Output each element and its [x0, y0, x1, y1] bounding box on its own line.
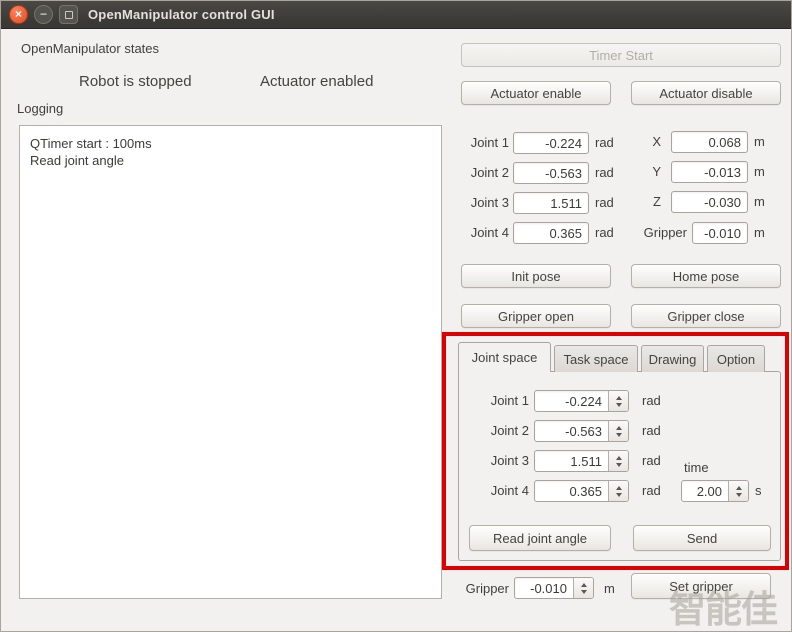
joint4-readout-label: Joint 4: [441, 225, 509, 240]
spin-up-icon[interactable]: [616, 486, 622, 490]
spin-arrows[interactable]: [608, 391, 628, 411]
joint1-readout[interactable]: -0.224: [513, 132, 589, 154]
tab-joint2-spinbox[interactable]: -0.563: [534, 420, 629, 442]
spin-up-icon[interactable]: [736, 486, 742, 490]
home-pose-button[interactable]: Home pose: [631, 264, 781, 288]
tab-task-space[interactable]: Task space: [554, 345, 638, 372]
tab-joint2-label: Joint 2: [461, 423, 529, 438]
z-readout-unit: m: [754, 194, 765, 209]
joint2-readout-value: -0.563: [545, 166, 582, 181]
time-unit: s: [755, 483, 762, 498]
spin-up-icon[interactable]: [616, 396, 622, 400]
tab-joint2-unit: rad: [642, 423, 661, 438]
time-spinbox[interactable]: 2.00: [681, 480, 749, 502]
tab-joint1-spinbox-value: -0.224: [535, 391, 608, 411]
close-button[interactable]: ×: [9, 5, 28, 24]
gripper-readout-value: -0.010: [704, 226, 741, 241]
gripper-control-unit: m: [604, 581, 615, 596]
x-readout-label: X: [601, 134, 661, 149]
maximize-icon: [65, 11, 73, 19]
minimize-button[interactable]: −: [34, 5, 53, 24]
actuator-enable-button[interactable]: Actuator enable: [461, 81, 611, 105]
tab-joint1-spinbox[interactable]: -0.224: [534, 390, 629, 412]
spin-arrows[interactable]: [608, 421, 628, 441]
log-line: QTimer start : 100ms: [30, 135, 431, 152]
joint2-readout[interactable]: -0.563: [513, 162, 589, 184]
spin-down-icon[interactable]: [616, 403, 622, 407]
y-readout-label: Y: [601, 164, 661, 179]
spin-down-icon[interactable]: [616, 493, 622, 497]
tab-joint-space[interactable]: Joint space: [458, 342, 551, 372]
z-readout[interactable]: -0.030: [671, 191, 748, 213]
tab-joint4-unit: rad: [642, 483, 661, 498]
gripper-spinbox-value: -0.010: [515, 578, 573, 598]
spin-arrows[interactable]: [573, 578, 593, 598]
time-label: time: [684, 460, 709, 475]
spin-down-icon[interactable]: [736, 493, 742, 497]
gripper-readout[interactable]: -0.010: [692, 222, 748, 244]
z-readout-label: Z: [601, 194, 661, 209]
tab-joint3-spinbox[interactable]: 1.511: [534, 450, 629, 472]
tab-joint3-spinbox-value: 1.511: [535, 451, 608, 471]
spin-up-icon[interactable]: [581, 583, 587, 587]
tab-option[interactable]: Option: [707, 345, 765, 372]
x-readout-value: 0.068: [708, 135, 741, 150]
maximize-button[interactable]: [59, 5, 78, 24]
joint3-readout-label: Joint 3: [441, 195, 509, 210]
y-readout[interactable]: -0.013: [671, 161, 748, 183]
spin-down-icon[interactable]: [616, 463, 622, 467]
set-gripper-button[interactable]: Set gripper: [631, 573, 771, 599]
tab-joint3-unit: rad: [642, 453, 661, 468]
tab-joint4-spinbox-value: 0.365: [535, 481, 608, 501]
gripper-readout-unit: m: [754, 225, 765, 240]
logging-label: Logging: [17, 101, 63, 116]
gripper-close-button[interactable]: Gripper close: [631, 304, 781, 328]
minimize-icon: −: [40, 8, 47, 20]
tab-joint1-unit: rad: [642, 393, 661, 408]
log-output[interactable]: QTimer start : 100ms Read joint angle: [19, 125, 442, 599]
close-icon: ×: [15, 8, 22, 20]
tab-joint1-label: Joint 1: [461, 393, 529, 408]
actuator-disable-button[interactable]: Actuator disable: [631, 81, 781, 105]
x-readout[interactable]: 0.068: [671, 131, 748, 153]
tab-drawing[interactable]: Drawing: [641, 345, 704, 372]
z-readout-value: -0.030: [704, 195, 741, 210]
tab-joint4-spinbox[interactable]: 0.365: [534, 480, 629, 502]
spin-arrows[interactable]: [608, 451, 628, 471]
init-pose-button[interactable]: Init pose: [461, 264, 611, 288]
joint1-readout-value: -0.224: [545, 136, 582, 151]
actuator-state-label: Actuator enabled: [260, 73, 373, 90]
send-button[interactable]: Send: [633, 525, 771, 551]
joint3-readout[interactable]: 1.511: [513, 192, 589, 214]
titlebar: × − OpenManipulator control GUI: [1, 1, 791, 29]
tab-joint2-spinbox-value: -0.563: [535, 421, 608, 441]
gripper-control-label: Gripper: [441, 581, 509, 596]
spin-arrows[interactable]: [608, 481, 628, 501]
gripper-spinbox[interactable]: -0.010: [514, 577, 594, 599]
y-readout-unit: m: [754, 164, 765, 179]
spin-up-icon[interactable]: [616, 426, 622, 430]
y-readout-value: -0.013: [704, 165, 741, 180]
read-joint-angle-button[interactable]: Read joint angle: [469, 525, 611, 551]
timer-start-button[interactable]: Timer Start: [461, 43, 781, 67]
tab-bar: Joint space Task space Drawing Option: [458, 342, 765, 372]
joint1-readout-label: Joint 1: [441, 135, 509, 150]
app-window: × − OpenManipulator control GUI OpenMani…: [0, 0, 792, 632]
log-line: Read joint angle: [30, 152, 431, 169]
x-readout-unit: m: [754, 134, 765, 149]
spin-down-icon[interactable]: [581, 590, 587, 594]
robot-state-label: Robot is stopped: [79, 73, 192, 90]
tab-joint4-label: Joint 4: [461, 483, 529, 498]
joint2-readout-label: Joint 2: [441, 165, 509, 180]
time-spinbox-value: 2.00: [682, 481, 728, 501]
gripper-open-button[interactable]: Gripper open: [461, 304, 611, 328]
spin-down-icon[interactable]: [616, 433, 622, 437]
spin-up-icon[interactable]: [616, 456, 622, 460]
joint3-readout-value: 1.511: [550, 196, 582, 211]
gripper-readout-label: Gripper: [561, 225, 687, 240]
window-title: OpenManipulator control GUI: [88, 7, 275, 22]
spin-arrows[interactable]: [728, 481, 748, 501]
tab-joint3-label: Joint 3: [461, 453, 529, 468]
states-section-label: OpenManipulator states: [21, 41, 159, 56]
